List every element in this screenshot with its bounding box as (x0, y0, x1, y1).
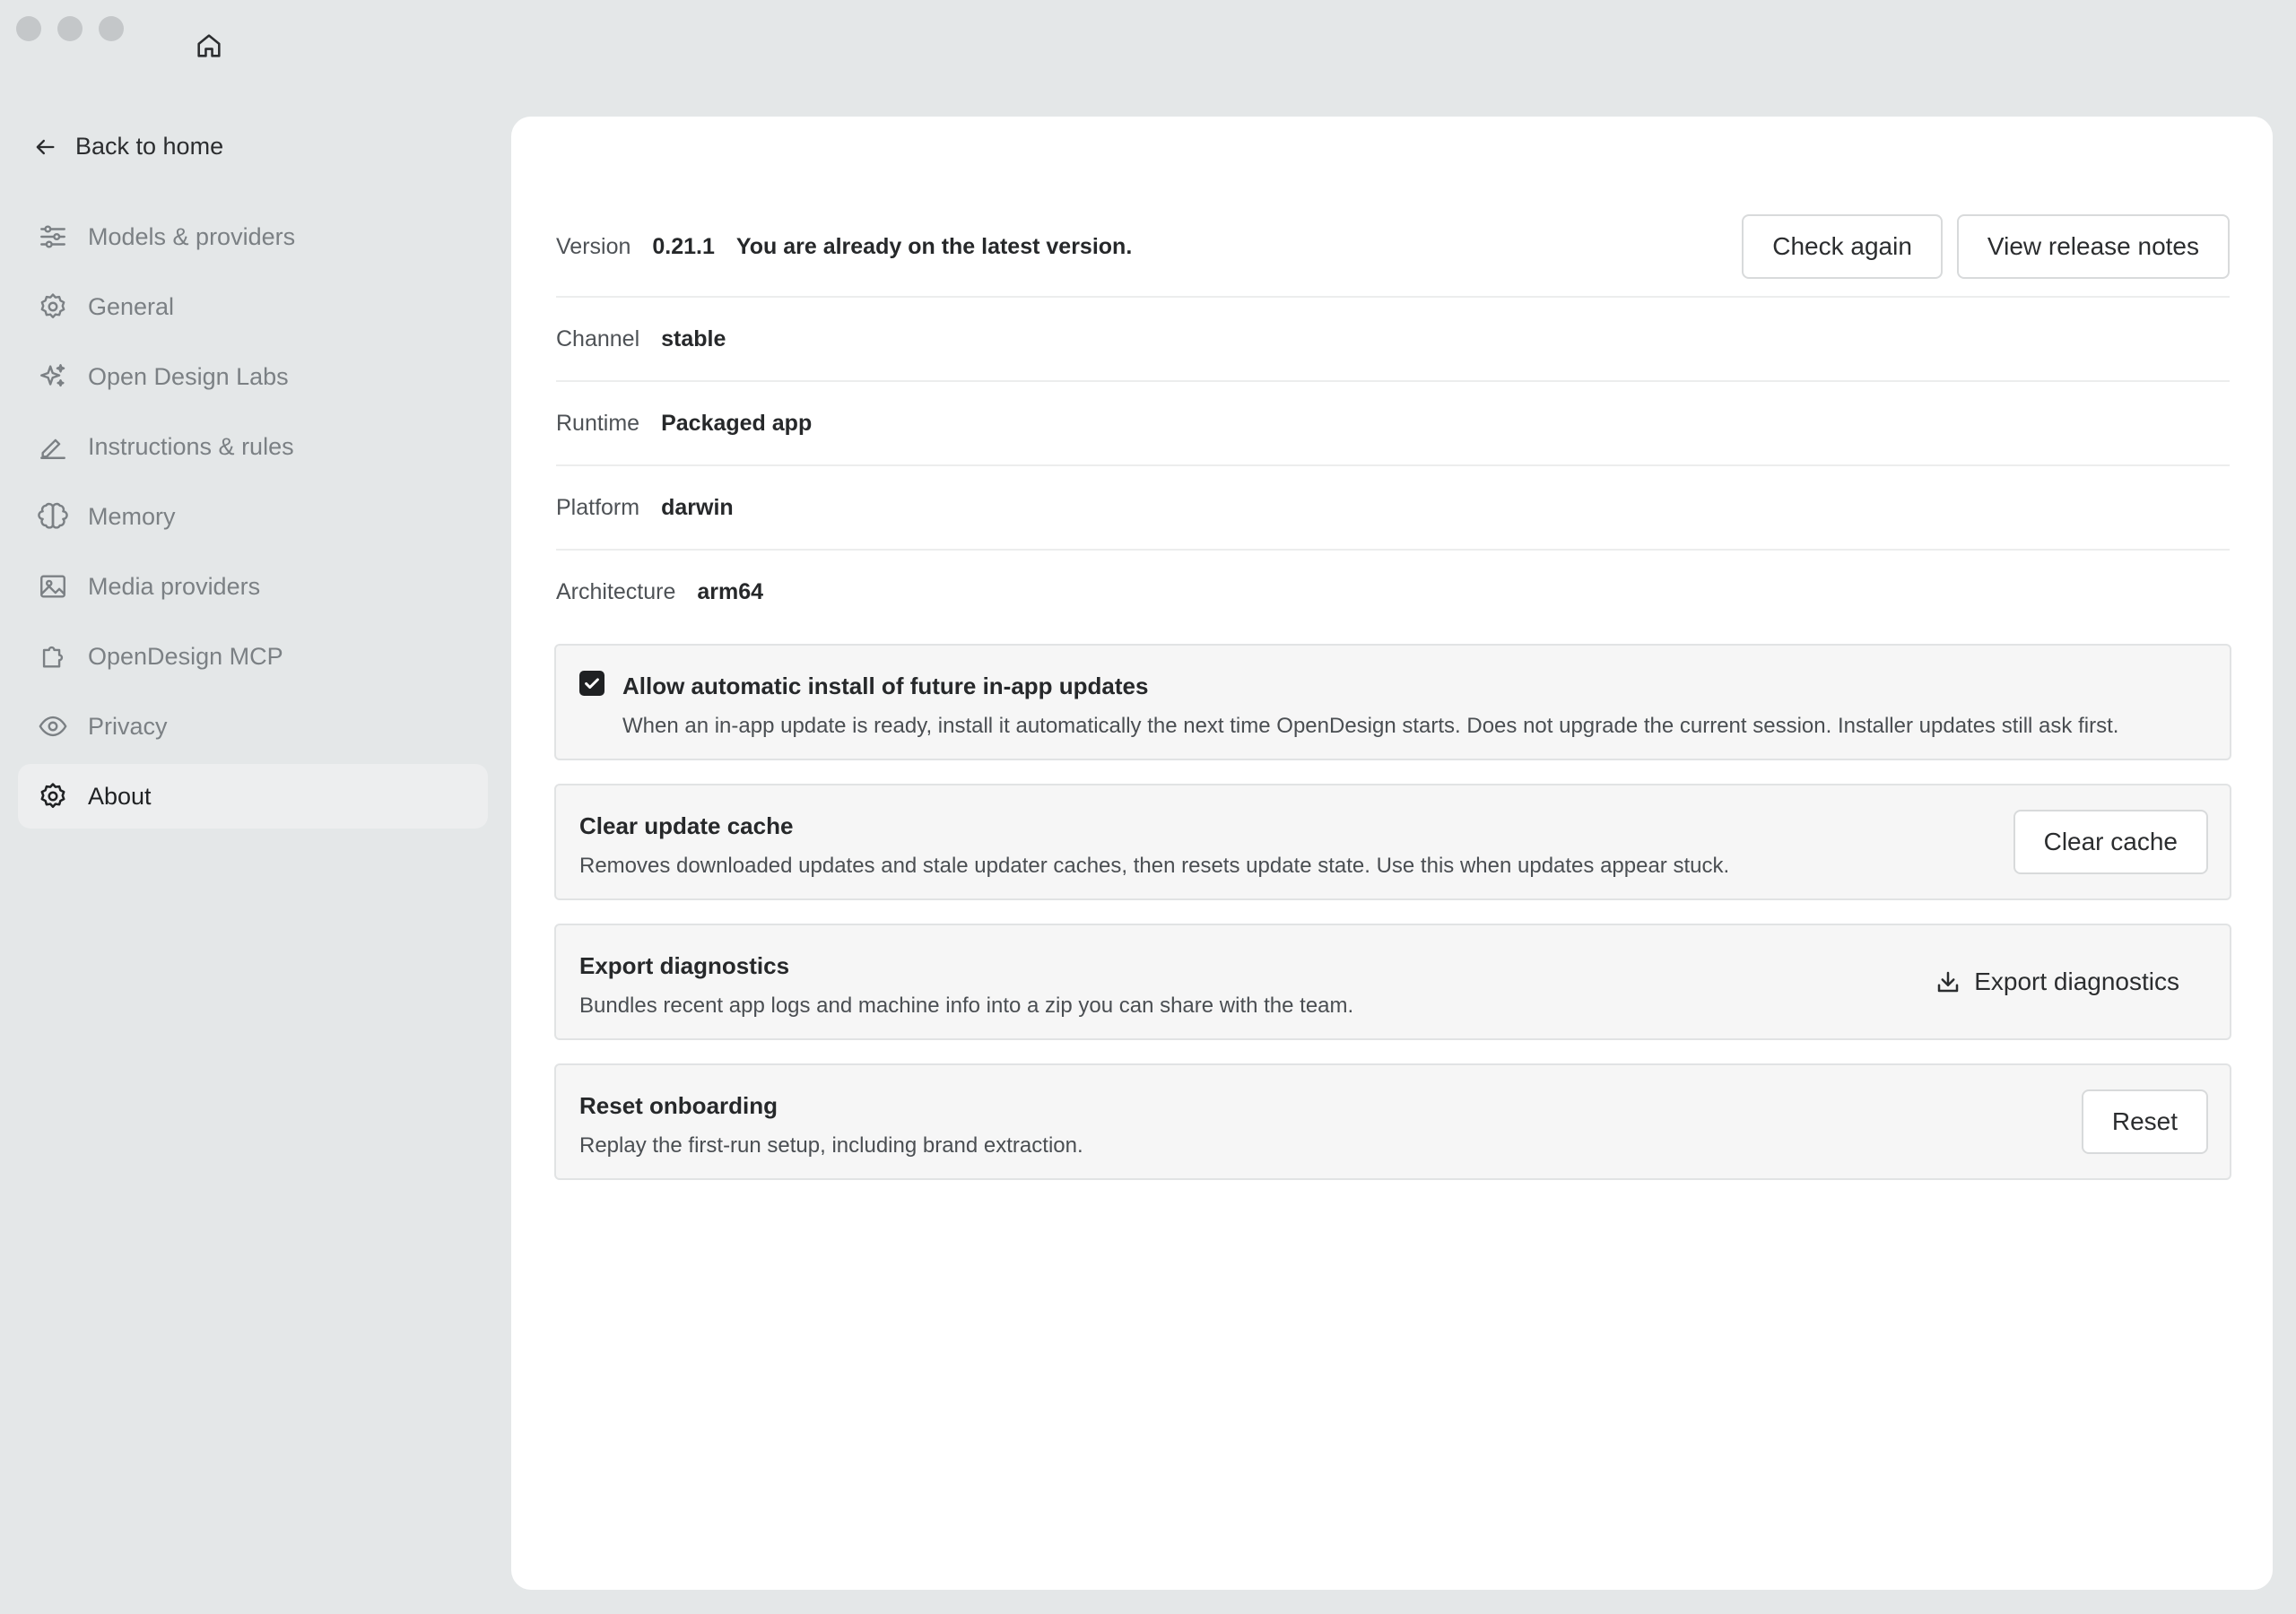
sidebar-item-media-providers[interactable]: Media providers (18, 554, 488, 619)
sidebar-item-label: Media providers (88, 572, 261, 600)
about-panel: Version 0.21.1 You are already on the la… (511, 117, 2273, 1590)
export-diagnostics-description: Bundles recent app logs and machine info… (579, 994, 1354, 1018)
sidebar-item-memory[interactable]: Memory (18, 484, 488, 549)
view-release-notes-button[interactable]: View release notes (1956, 214, 2230, 279)
pencil-icon (40, 438, 65, 459)
auto-install-title: Allow automatic install of future in-app… (622, 672, 1149, 699)
sidebar-item-label: OpenDesign MCP (88, 642, 283, 670)
clear-cache-description: Removes downloaded updates and stale upd… (579, 854, 1730, 878)
reset-onboarding-card: Reset onboarding Replay the first-run se… (554, 1063, 2231, 1180)
auto-install-card: Allow automatic install of future in-app… (554, 644, 2231, 760)
sidebar-item-label: Open Design Labs (88, 362, 289, 390)
image-icon (40, 575, 65, 598)
sidebar-item-label: Privacy (88, 712, 168, 740)
puzzle-icon (42, 646, 64, 668)
runtime-value: Packaged app (661, 410, 813, 436)
app-window: Back to home Models & providers General … (0, 0, 2296, 1614)
export-diagnostics-card: Export diagnostics Bundles recent app lo… (554, 924, 2231, 1040)
sidebar-item-open-design-labs[interactable]: Open Design Labs (18, 344, 488, 409)
platform-value: darwin (661, 494, 734, 520)
runtime-row: Runtime Packaged app (556, 382, 2230, 466)
version-value: 0.21.1 (652, 233, 715, 259)
architecture-label: Architecture (556, 578, 676, 604)
window-controls (16, 16, 124, 41)
back-to-home-link[interactable]: Back to home (32, 133, 223, 161)
channel-value: stable (661, 325, 726, 351)
version-status: You are already on the latest version. (735, 233, 1133, 259)
reset-button[interactable]: Reset (2081, 1089, 2208, 1154)
sparkles-icon (40, 364, 65, 387)
auto-install-checkbox[interactable] (579, 671, 604, 696)
platform-label: Platform (556, 494, 640, 520)
zoom-window-button[interactable] (99, 16, 124, 41)
version-row: Version 0.21.1 You are already on the la… (556, 197, 2230, 298)
runtime-label: Runtime (556, 410, 640, 436)
sidebar-item-privacy[interactable]: Privacy (18, 694, 488, 759)
channel-row: Channel stable (556, 298, 2230, 382)
sidebar-item-models-providers[interactable]: Models & providers (18, 204, 488, 269)
channel-label: Channel (556, 325, 640, 351)
check-again-button[interactable]: Check again (1742, 214, 1943, 279)
checkmark-icon (585, 678, 599, 690)
clear-cache-button[interactable]: Clear cache (2013, 810, 2208, 874)
reset-onboarding-description: Replay the first-run setup, including br… (579, 1133, 1083, 1158)
gear-icon (40, 293, 65, 318)
minimize-window-button[interactable] (57, 16, 83, 41)
sidebar-item-about[interactable]: About (18, 764, 488, 829)
sidebar-item-label: About (88, 782, 152, 810)
download-icon (1937, 971, 1959, 993)
eye-icon (39, 716, 67, 737)
architecture-value: arm64 (697, 578, 764, 604)
settings-nav: Models & providers General Open Design L… (18, 204, 488, 834)
platform-row: Platform darwin (556, 466, 2230, 551)
sidebar-item-label: Memory (88, 502, 176, 530)
gear-icon (40, 783, 65, 809)
clear-cache-title: Clear update cache (579, 812, 794, 839)
sidebar-item-label: Instructions & rules (88, 432, 294, 460)
sidebar-item-label: Models & providers (88, 222, 296, 250)
arrow-left-icon (36, 139, 55, 154)
sidebar-item-opendesign-mcp[interactable]: OpenDesign MCP (18, 624, 488, 689)
architecture-row: Architecture arm64 (556, 551, 2230, 633)
export-diagnostics-title: Export diagnostics (579, 952, 790, 979)
clear-cache-card: Clear update cache Removes downloaded up… (554, 784, 2231, 900)
back-label: Back to home (75, 133, 224, 160)
export-diagnostics-button[interactable]: Export diagnostics (1906, 950, 2208, 1014)
export-diagnostics-label: Export diagnostics (1974, 968, 2179, 995)
auto-install-description: When an in-app update is ready, install … (622, 714, 2119, 738)
version-info: Version 0.21.1 You are already on the la… (556, 197, 2230, 633)
home-icon[interactable] (194, 30, 224, 61)
close-window-button[interactable] (16, 16, 41, 41)
brain-icon (38, 502, 68, 529)
sidebar-item-instructions-rules[interactable]: Instructions & rules (18, 414, 488, 479)
sidebar-item-label: General (88, 292, 175, 320)
version-label: Version (556, 233, 631, 259)
sliders-icon (40, 225, 65, 248)
reset-onboarding-title: Reset onboarding (579, 1092, 778, 1119)
sidebar-item-general[interactable]: General (18, 274, 488, 339)
